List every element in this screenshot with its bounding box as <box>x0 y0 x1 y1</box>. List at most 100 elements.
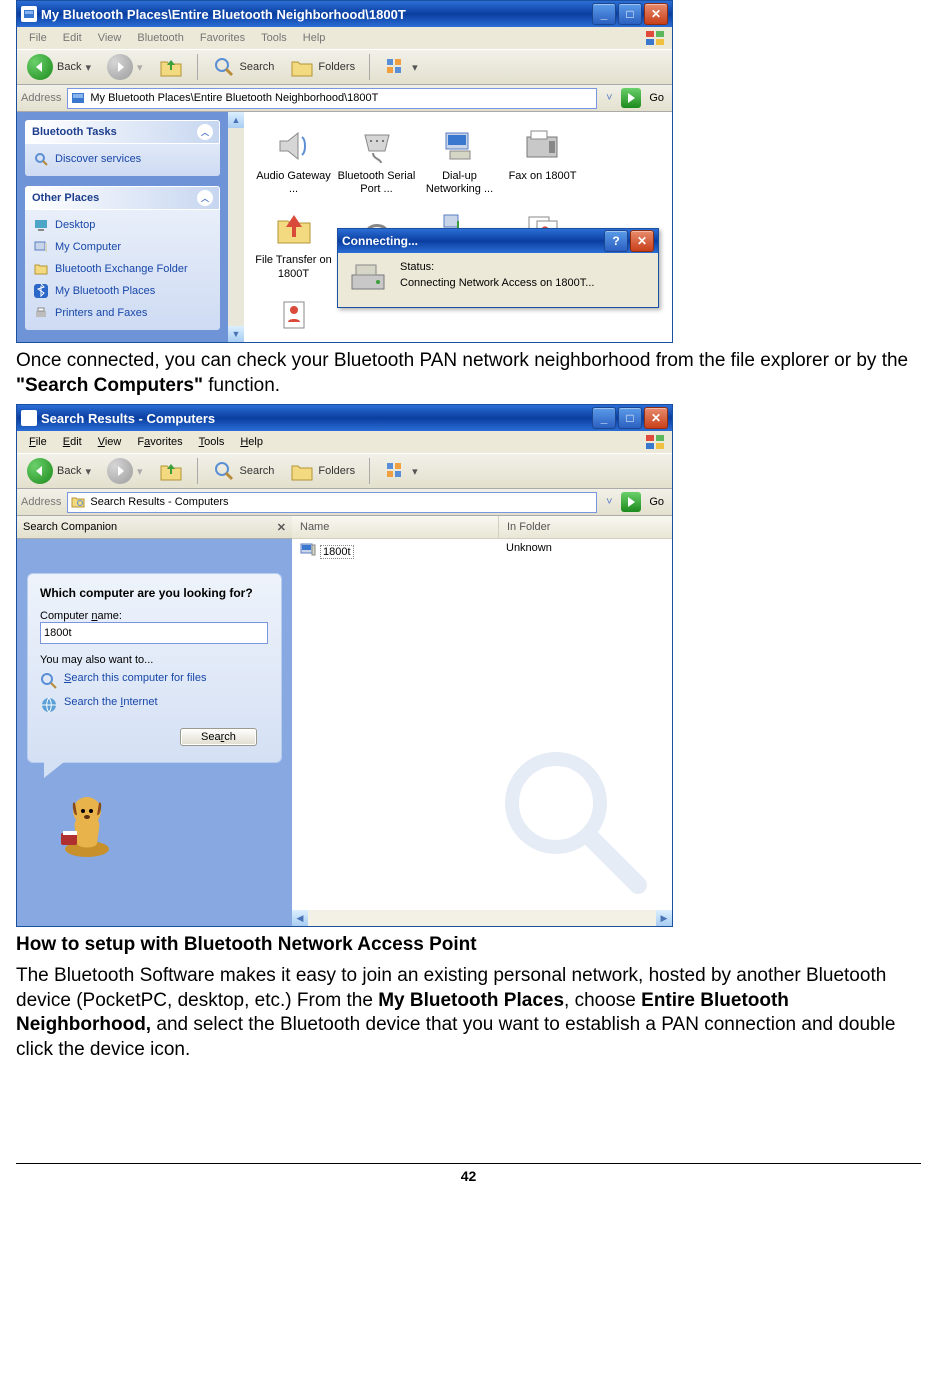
desktop-icon <box>33 217 49 233</box>
service-dun[interactable]: Dial-up Networking ... <box>418 126 501 196</box>
section-heading: How to setup with Bluetooth Network Acce… <box>16 933 921 958</box>
search-files-link[interactable]: Search this computer for files <box>40 672 269 690</box>
bluetooth-tasks-box: Bluetooth Tasks ︿ Discover services <box>25 120 220 176</box>
toolbar-separator <box>369 54 370 80</box>
minimize-button[interactable]: _ <box>592 3 616 25</box>
bluetooth-icon <box>33 283 49 299</box>
status-text: Connecting Network Access on 1800T... <box>400 277 594 289</box>
computer-name-input[interactable] <box>40 622 268 644</box>
result-row[interactable]: 1800t Unknown <box>292 539 672 564</box>
other-my-computer[interactable]: My Computer <box>31 236 214 258</box>
computer-icon <box>300 542 316 561</box>
menubar: File Edit View Bluetooth Favorites Tools… <box>17 27 672 49</box>
forward-arrow-icon <box>107 54 133 80</box>
other-bt-exchange-folder[interactable]: Bluetooth Exchange Folder <box>31 258 214 280</box>
up-button[interactable] <box>153 53 189 81</box>
service-fax[interactable]: Fax on 1800T <box>501 126 584 196</box>
titlebar[interactable]: Search Results - Computers _ □ ✕ <box>17 405 672 431</box>
search-internet-link[interactable]: Search the Internet <box>40 696 269 714</box>
sidebar-scrollbar[interactable]: ▲ ▼ <box>228 112 244 342</box>
companion-question: Which computer are you looking for? <box>40 586 269 600</box>
menu-edit[interactable]: Edit <box>55 30 90 46</box>
collapse-icon[interactable]: ︿ <box>197 124 213 140</box>
magnify-watermark-icon <box>498 745 648 898</box>
other-my-bt-places[interactable]: My Bluetooth Places <box>31 280 214 302</box>
menu-help[interactable]: Help <box>232 434 271 450</box>
address-field[interactable]: Search Results - Computers <box>67 492 597 513</box>
views-dropdown-icon: ▾ <box>412 61 418 74</box>
explorer-body: Bluetooth Tasks ︿ Discover services Othe… <box>17 112 672 342</box>
menu-tools[interactable]: Tools <box>191 434 233 450</box>
service-audio-gateway[interactable]: Audio Gateway ... <box>252 126 335 196</box>
menu-tools[interactable]: Tools <box>253 30 295 46</box>
other-desktop[interactable]: Desktop <box>31 214 214 236</box>
menu-file[interactable]: File <box>21 434 55 450</box>
service-pim[interactable] <box>252 295 335 339</box>
page-number: 42 <box>461 1168 477 1184</box>
search-button[interactable]: Search <box>206 53 281 81</box>
search-balloon: Which computer are you looking for? Comp… <box>27 573 282 763</box>
back-button[interactable]: Back ▾ <box>21 52 97 82</box>
search-button[interactable]: Search <box>206 457 281 485</box>
scroll-down-icon[interactable]: ▼ <box>228 326 244 342</box>
close-button[interactable]: ✕ <box>644 407 668 429</box>
service-serial-port[interactable]: Bluetooth Serial Port ... <box>335 126 418 196</box>
forward-button[interactable]: ▾ <box>101 52 149 82</box>
up-button[interactable] <box>153 457 189 485</box>
other-printers-faxes[interactable]: Printers and Faxes <box>31 302 214 324</box>
dialog-titlebar[interactable]: Connecting... ? ✕ <box>338 229 658 253</box>
close-companion-button[interactable]: ✕ <box>277 521 286 534</box>
menu-file[interactable]: File <box>21 30 55 46</box>
folder-icon <box>33 261 49 277</box>
search-dog-icon <box>47 781 292 864</box>
menu-bluetooth[interactable]: Bluetooth <box>129 30 191 46</box>
menu-favorites[interactable]: Favorites <box>192 30 253 46</box>
col-infolder[interactable]: In Folder <box>499 516 672 538</box>
menu-view[interactable]: View <box>90 30 130 46</box>
menu-help[interactable]: Help <box>295 30 334 46</box>
maximize-button[interactable]: □ <box>618 407 642 429</box>
companion-header: Search Companion ✕ <box>17 516 292 539</box>
views-button[interactable]: ▾ <box>378 457 424 485</box>
results-hscrollbar[interactable]: ◀ ▶ <box>292 910 672 926</box>
address-dropdown-icon[interactable]: ˅ <box>601 496 617 508</box>
folders-button[interactable]: Folders <box>284 457 361 485</box>
scroll-right-icon[interactable]: ▶ <box>656 910 672 926</box>
other-title: Other Places <box>32 192 99 204</box>
balloon-tail <box>44 762 64 778</box>
task-pane: Bluetooth Tasks ︿ Discover services Othe… <box>17 112 244 342</box>
computer-icon <box>33 239 49 255</box>
address-dropdown-icon[interactable]: ˅ <box>601 92 617 104</box>
go-button[interactable] <box>621 88 641 108</box>
views-button[interactable]: ▾ <box>378 53 424 81</box>
scroll-up-icon[interactable]: ▲ <box>228 112 244 128</box>
address-value: Search Results - Computers <box>90 496 228 508</box>
back-button[interactable]: Back ▾ <box>21 456 97 486</box>
maximize-button[interactable]: □ <box>618 3 642 25</box>
tasks-header[interactable]: Bluetooth Tasks ︿ <box>25 120 220 144</box>
search-button[interactable]: Search <box>180 728 257 746</box>
help-button[interactable]: ? <box>604 230 628 252</box>
collapse-icon[interactable]: ︿ <box>197 190 213 206</box>
col-name[interactable]: Name <box>292 516 499 538</box>
close-button[interactable]: ✕ <box>630 230 654 252</box>
titlebar[interactable]: My Bluetooth Places\Entire Bluetooth Nei… <box>17 1 672 27</box>
service-file-transfer[interactable]: File Transfer on 1800T <box>252 210 335 280</box>
task-discover-services[interactable]: Discover services <box>31 148 214 170</box>
menu-edit[interactable]: Edit <box>55 434 90 450</box>
addressbar: Address Search Results - Computers ˅ Go <box>17 489 672 516</box>
close-button[interactable]: ✕ <box>644 3 668 25</box>
speaker-icon <box>270 126 318 166</box>
go-button[interactable] <box>621 492 641 512</box>
scroll-left-icon[interactable]: ◀ <box>292 910 308 926</box>
menu-view[interactable]: View <box>90 434 130 450</box>
forward-button[interactable]: ▾ <box>101 456 149 486</box>
back-arrow-icon <box>27 54 53 80</box>
other-header[interactable]: Other Places ︿ <box>25 186 220 210</box>
forward-arrow-icon <box>107 458 133 484</box>
dun-icon <box>436 126 484 166</box>
menu-favorites[interactable]: Favorites <box>129 434 190 450</box>
folders-button[interactable]: Folders <box>284 53 361 81</box>
minimize-button[interactable]: _ <box>592 407 616 429</box>
address-field[interactable]: My Bluetooth Places\Entire Bluetooth Nei… <box>67 88 597 109</box>
